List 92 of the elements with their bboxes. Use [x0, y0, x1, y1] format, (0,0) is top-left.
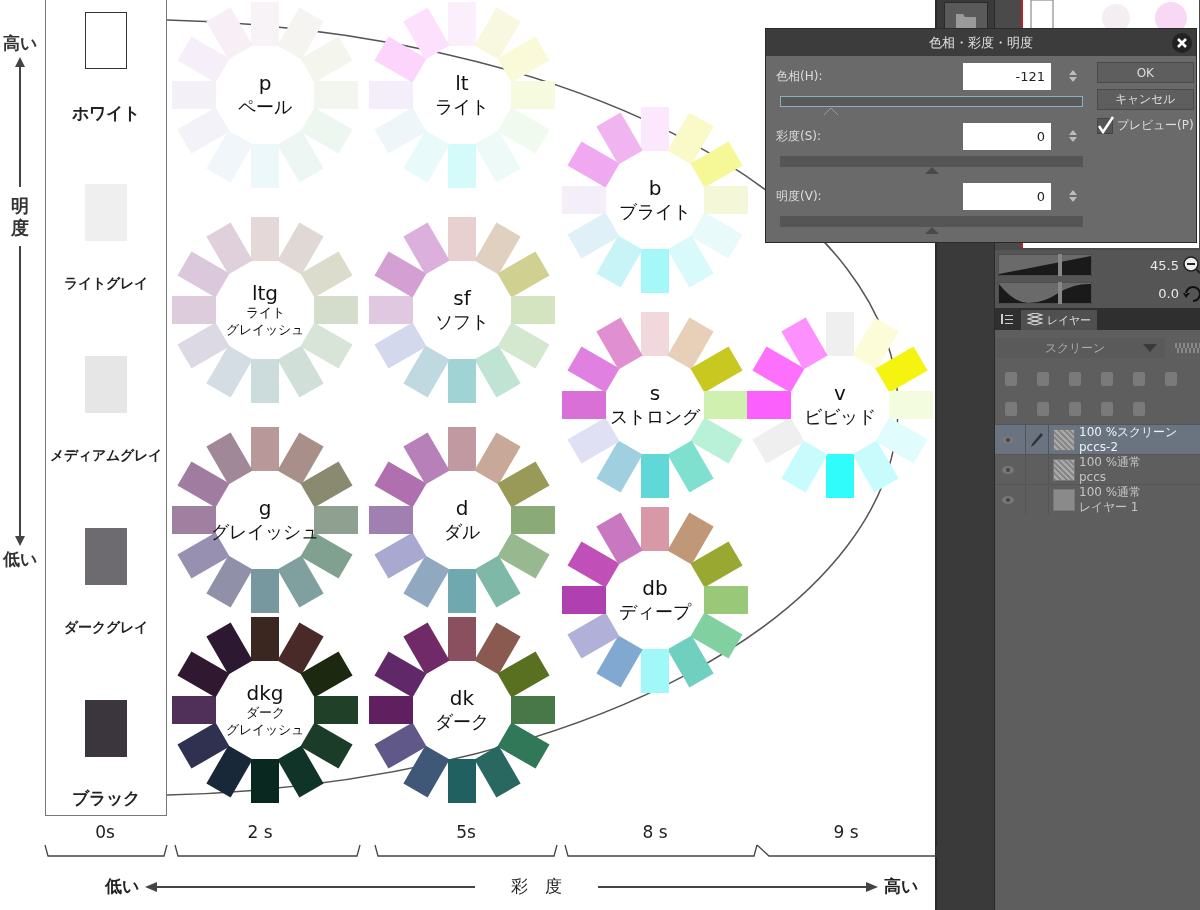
tone-code: s [649, 381, 661, 405]
tone-name: ダーク [245, 704, 285, 722]
tone-name: ディープ [619, 599, 691, 624]
tone-name: ダーク [435, 709, 489, 734]
dialog-title: 色相・彩度・明度 [929, 33, 1033, 52]
layer-thumbnail [1053, 428, 1075, 451]
layer-row[interactable]: 100 %通常 レイヤー 1 [995, 484, 1200, 514]
field-label: 色相(H): [776, 67, 824, 85]
tone-name: ホワイト [72, 102, 140, 125]
spinner-icon[interactable] [1069, 130, 1077, 142]
tone-code: db [642, 576, 668, 600]
layer-mode: 100 %通常 [1079, 455, 1142, 470]
tone-code: dk [449, 686, 475, 710]
spinner-icon[interactable] [1069, 70, 1077, 82]
layer-tab[interactable]: レイヤー [1021, 310, 1097, 330]
checkbox-label: プレビュー(P) [1117, 116, 1194, 134]
tone-name: グレイッシュ [226, 321, 304, 339]
number-field[interactable]: 0 [963, 122, 1051, 150]
chroma-label: 2 s [246, 822, 274, 842]
layer-name: pccs-2 [1079, 439, 1120, 454]
tone-code: lt [455, 71, 469, 95]
arrow-up-icon [15, 57, 25, 187]
rotate-reset-icon [1183, 284, 1200, 302]
layer-thumbnail [1053, 458, 1075, 481]
eye-icon [1001, 434, 1015, 445]
layer-mode: 100 %スクリーン [1079, 425, 1178, 440]
arrow-down-icon [15, 246, 25, 547]
tone-name: ライト [435, 94, 489, 119]
tone-code: sf [453, 286, 471, 310]
tone-name: ダル [444, 519, 480, 544]
checkbox[interactable] [1097, 116, 1115, 134]
chroma-label: 0s [94, 822, 116, 842]
chroma-label: 9 s [832, 822, 860, 842]
eye-icon [1001, 494, 1015, 505]
slider-thumb[interactable] [823, 107, 838, 115]
close-icon[interactable] [1172, 33, 1192, 53]
arrow-right-icon [598, 880, 878, 893]
tone-name: ペール [238, 94, 292, 119]
eye-icon [1001, 464, 1015, 475]
field-label: 明度(V): [776, 187, 823, 205]
dialog-button[interactable]: キャンセル [1097, 89, 1194, 110]
tone-name: グレイッシュ [226, 721, 304, 739]
layer-name: レイヤー 1 [1079, 499, 1140, 514]
axis-label: 高い [884, 875, 918, 898]
tone-name: ビビッド [804, 404, 876, 429]
tone-name: ストロング [610, 404, 700, 429]
spinner-icon[interactable] [1069, 190, 1077, 202]
layer-thumbnail [1053, 488, 1075, 511]
tone-code: d [455, 496, 469, 520]
tone-code: dkg [246, 681, 284, 705]
slider-thumb[interactable] [1058, 254, 1063, 276]
layer-name: pccs [1079, 469, 1108, 484]
tone-name: ソフト [435, 309, 489, 334]
number-field[interactable]: 0 [963, 182, 1051, 210]
axis-label: 低い [3, 548, 37, 572]
tone-name: メディアムグレイ [50, 447, 162, 465]
tone-code: ltg [251, 281, 279, 305]
zoom-slider[interactable] [998, 254, 1092, 276]
tone-name: ライト [245, 304, 285, 322]
layer-row[interactable]: 100 %スクリーン pccs-2 [995, 424, 1200, 454]
value-text: 45.5 [1149, 257, 1180, 273]
tone-name: グレイッシュ [211, 519, 319, 544]
chroma-label: 5s [455, 822, 477, 842]
panel-menu-icon [1001, 314, 1013, 324]
tone-name: ダークグレイ [64, 619, 148, 637]
dialog-button[interactable]: OK [1097, 62, 1194, 83]
opacity-pattern-icon [1175, 343, 1200, 353]
tone-code: v [834, 381, 846, 405]
tone-name: ブライト [619, 199, 691, 224]
axis-label: 低い [105, 875, 139, 898]
layer-row[interactable]: 100 %通常 pccs [995, 454, 1200, 484]
field-label: 彩度(S): [776, 127, 823, 145]
tab-label: レイヤー [1047, 312, 1091, 328]
axis-label: 高い [3, 32, 37, 55]
arrow-left-icon [145, 880, 475, 893]
axis-title: 彩 度 [511, 875, 562, 898]
tone-code: b [648, 176, 662, 200]
value-text: 0.0 [1157, 285, 1180, 301]
chroma-label: 8 s [641, 822, 669, 842]
layer-mode: 100 %通常 [1079, 485, 1142, 500]
caret-icon [1143, 344, 1157, 352]
tone-code: g [258, 496, 272, 520]
tone-name: ブラック [72, 787, 140, 810]
axis-title: 明度 [11, 195, 29, 239]
zoom-out-icon [1183, 256, 1200, 274]
number-field[interactable]: -121 [963, 62, 1051, 90]
tone-name: ライトグレイ [64, 275, 148, 293]
rotate-slider[interactable] [998, 282, 1092, 304]
slider-thumb[interactable] [1058, 282, 1063, 304]
pen-icon [1031, 432, 1043, 447]
blend-mode-dropdown[interactable]: スクリーン [995, 338, 1165, 358]
tone-code: p [258, 71, 272, 95]
